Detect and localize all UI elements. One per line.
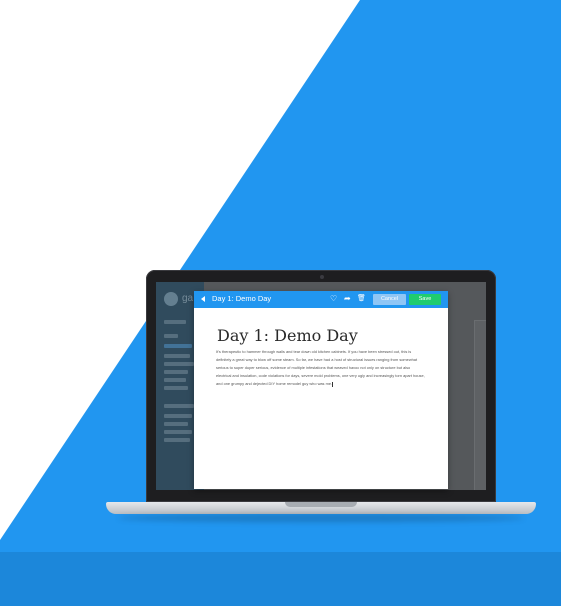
back-arrow-icon[interactable]	[201, 296, 205, 302]
save-button[interactable]: Save	[409, 294, 441, 305]
sidebar-heading	[164, 404, 194, 408]
laptop-base-notch	[285, 502, 357, 507]
editor-modal: Day 1: Demo Day ♡ ➦ 🗑 Cancel Save Day 1:…	[194, 291, 448, 489]
sidebar-item[interactable]	[164, 378, 186, 382]
sidebar-search[interactable]	[164, 320, 186, 324]
text-caret	[332, 381, 333, 387]
app-logo-text: ga	[182, 293, 194, 304]
sidebar-item[interactable]	[164, 414, 192, 418]
camera-icon	[320, 275, 324, 279]
sidebar-item[interactable]	[164, 354, 190, 358]
sidebar-item[interactable]	[164, 370, 188, 374]
heart-icon[interactable]: ♡	[330, 293, 337, 305]
sidebar-item[interactable]	[164, 438, 190, 442]
sidebar-item[interactable]	[164, 430, 192, 434]
cancel-button[interactable]: Cancel	[373, 294, 406, 305]
document-body[interactable]: It's therapeutic to hammer through walls…	[216, 348, 426, 388]
document-title[interactable]: Day 1: Demo Day	[217, 326, 358, 345]
background-floor	[0, 552, 561, 606]
share-icon[interactable]: ➦	[344, 293, 351, 305]
sidebar-item[interactable]	[164, 362, 194, 366]
sidebar-heading	[164, 334, 178, 338]
sidebar-item-active[interactable]	[164, 344, 192, 348]
sidebar-item[interactable]	[164, 422, 188, 426]
editor-toolbar: Day 1: Demo Day ♡ ➦ 🗑 Cancel Save	[194, 291, 448, 308]
document-body-text: It's therapeutic to hammer through walls…	[216, 349, 425, 387]
sidebar-item[interactable]	[164, 386, 188, 390]
toolbar-title: Day 1: Demo Day	[212, 294, 272, 303]
app-side-panel	[474, 320, 486, 490]
app-logo-icon	[164, 292, 178, 306]
trash-icon[interactable]: 🗑	[357, 293, 366, 305]
laptop-shadow	[118, 514, 524, 522]
